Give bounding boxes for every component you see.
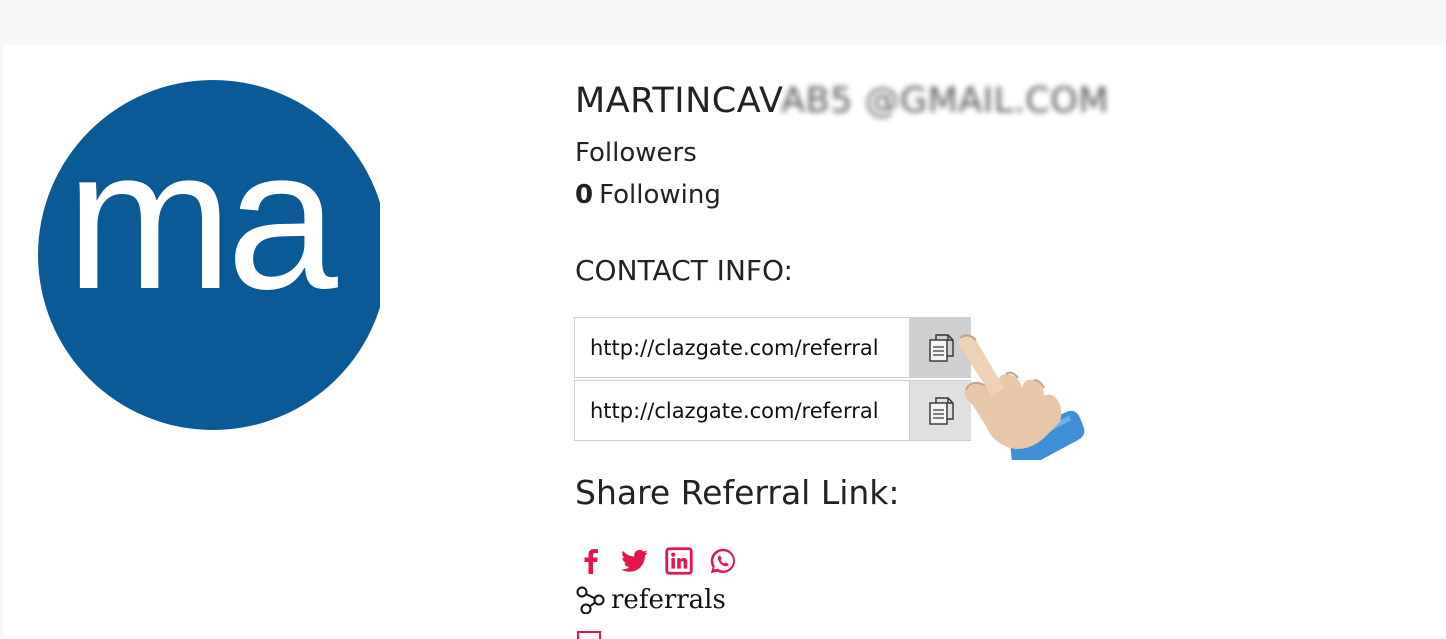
referrals-link[interactable]: referrals — [575, 585, 726, 615]
referral-link-input-2[interactable] — [575, 381, 909, 440]
avatar-initials: ma — [66, 108, 338, 331]
referrals-label: referrals — [611, 585, 726, 615]
whatsapp-share-link[interactable] — [709, 547, 737, 575]
twitter-icon — [621, 549, 648, 572]
following-label: Following — [599, 180, 721, 210]
profile-email-visible: MARTINCAV — [575, 81, 782, 121]
twitter-share-link[interactable] — [621, 547, 649, 575]
share-referral-title: Share Referral Link: — [575, 473, 900, 512]
followers-label: Followers — [575, 138, 697, 168]
contact-info-title: CONTACT INFO: — [575, 254, 793, 287]
avatar: ma — [38, 80, 380, 430]
following-number: 0 — [575, 180, 594, 210]
calendar-icon — [577, 631, 601, 639]
whatsapp-icon — [710, 548, 735, 574]
pointing-hand-icon — [958, 334, 1085, 460]
following-count[interactable]: 0 Following — [575, 180, 721, 210]
profile-email: MARTINCAVAB5 @GMAIL.COM — [575, 81, 1109, 121]
referral-link-input-1[interactable] — [575, 318, 909, 377]
profile-page: ma MARTINCAVAB5 @GMAIL.COM Followers 0 Fo… — [3, 45, 1446, 639]
referral-link-row-2 — [574, 380, 971, 441]
referral-link-row-1 — [574, 317, 971, 378]
followers-count[interactable]: Followers — [575, 138, 697, 168]
linkedin-icon — [665, 547, 693, 575]
social-share-bar — [577, 547, 737, 575]
facebook-icon — [584, 549, 598, 574]
linkedin-share-link[interactable] — [665, 547, 693, 575]
facebook-share-link[interactable] — [577, 547, 605, 575]
profile-email-obscured: AB5 @GMAIL.COM — [781, 81, 1109, 121]
share-nodes-icon — [576, 586, 605, 614]
